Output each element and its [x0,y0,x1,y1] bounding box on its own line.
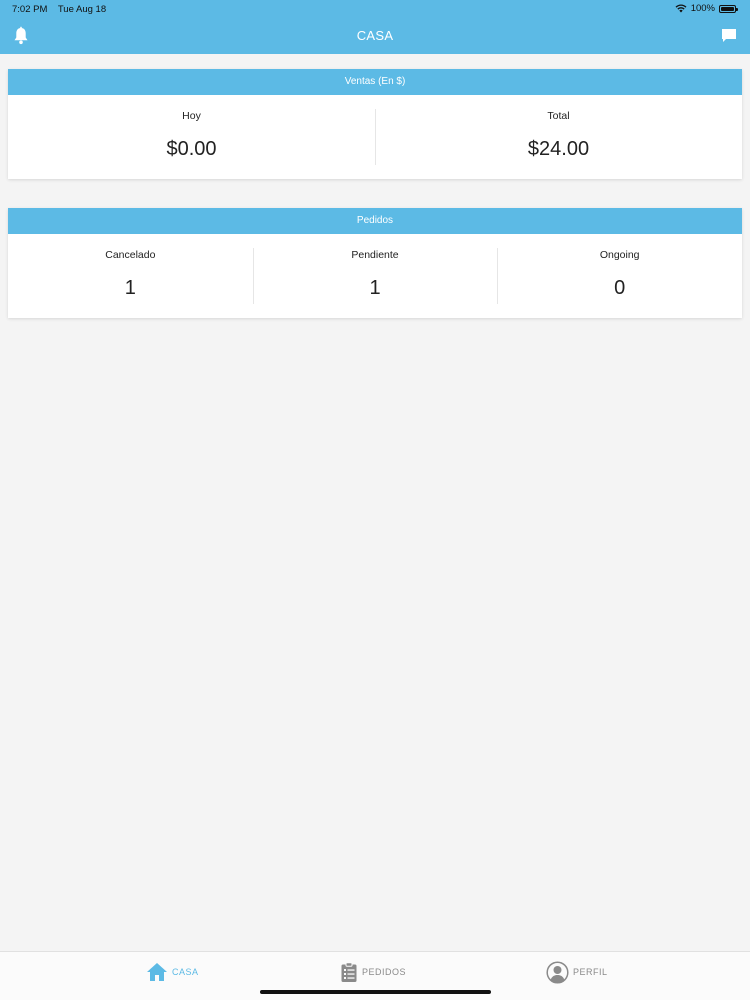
stat-label: Cancelado [105,249,156,261]
stat-value: 1 [124,277,136,299]
header: 7:02 PM Tue Aug 18 100% CASA [0,0,750,54]
stat-label: Total [547,110,570,122]
stat-label: Pendiente [351,249,399,261]
stat-cancelado: Cancelado 1 [8,234,253,318]
pedidos-stats: Cancelado 1 Pendiente 1 Ongoing 0 [8,234,742,318]
ventas-card: Ventas (En $) Hoy $0.00 Total $24.00 [8,69,742,179]
stat-value: 1 [369,277,381,299]
user-icon [546,960,569,984]
clipboard-icon [341,961,357,982]
tab-casa[interactable]: CASA [146,961,199,983]
tab-pedidos[interactable]: PEDIDOS [340,961,406,983]
tab-label: PERFIL [573,967,608,977]
stat-value: $0.00 [166,138,217,160]
ventas-card-title: Ventas (En $) [8,69,742,95]
battery-icon [719,4,738,13]
app-screen: 7:02 PM Tue Aug 18 100% CASA Ventas (En … [0,0,750,1000]
tab-perfil[interactable]: PERFIL [546,960,608,984]
chat-icon[interactable] [720,27,738,45]
stat-total: Total $24.00 [375,95,742,179]
pedidos-card: Pedidos Cancelado 1 Pendiente 1 Ongoing … [8,208,742,318]
ventas-stats: Hoy $0.00 Total $24.00 [8,95,742,179]
page-title: CASA [356,28,394,43]
stat-value: $24.00 [527,138,590,160]
home-icon [147,963,167,981]
pedidos-card-title: Pedidos [8,208,742,234]
status-date: Tue Aug 18 [57,4,107,15]
wifi-icon [675,4,687,13]
tab-label: PEDIDOS [362,967,407,977]
navbar: CASA [0,18,750,54]
status-bar: 7:02 PM Tue Aug 18 100% [0,0,750,18]
home-indicator [260,990,491,994]
status-left: 7:02 PM Tue Aug 18 [12,4,114,15]
stat-hoy: Hoy $0.00 [8,95,375,179]
status-right: 100% [675,3,738,14]
stat-ongoing: Ongoing 0 [497,234,742,318]
stat-pendiente: Pendiente 1 [252,234,498,318]
battery-percent: 100% [690,3,715,14]
stat-label: Ongoing [599,249,640,261]
tab-label: CASA [172,967,199,977]
stat-label: Hoy [182,110,201,122]
status-time: 7:02 PM [12,4,48,15]
stat-value: 0 [614,277,626,299]
